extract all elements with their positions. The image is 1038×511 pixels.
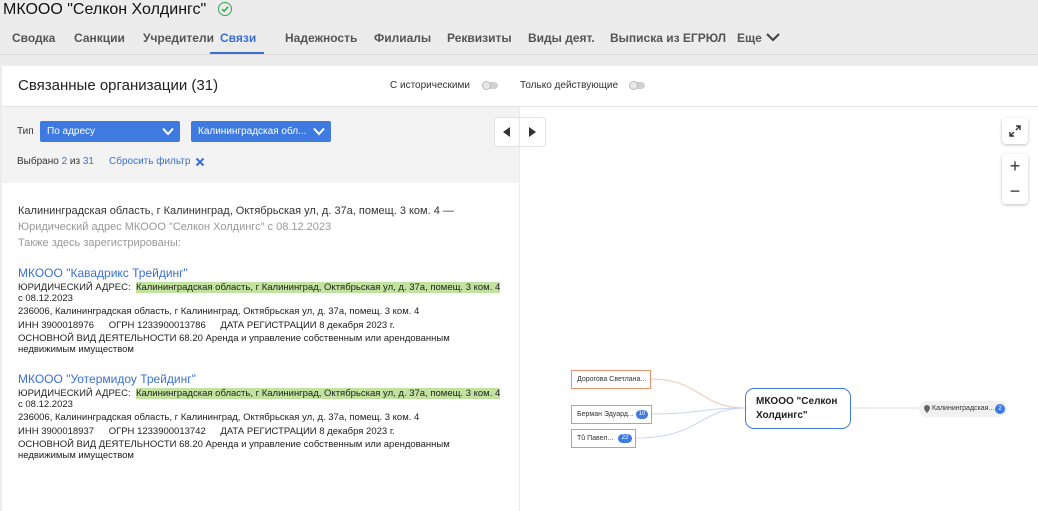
count-badge: 22 — [618, 434, 632, 443]
region-name: Калининградская... — [932, 405, 995, 412]
person-node[interactable]: Tů Павел... 22 — [571, 429, 636, 448]
center-company-node[interactable]: МКООО "Селкон Холдингс" — [745, 388, 851, 429]
location-pin-icon — [924, 405, 930, 413]
person-name: Берман Эдуард... — [577, 411, 634, 418]
graph-edges — [635, 378, 919, 439]
edge-person-1 — [650, 378, 746, 409]
count-badge: 10 — [636, 410, 648, 419]
person-node[interactable]: Дорогова Светлана... — [571, 370, 651, 389]
region-node[interactable]: Калининградская... 2 — [919, 401, 1007, 417]
person-node[interactable]: Берман Эдуард... 10 — [571, 405, 652, 424]
person-name: Tů Павел... — [577, 435, 614, 442]
count-badge: 2 — [995, 404, 1005, 414]
person-name: Дорогова Светлана... — [577, 376, 647, 383]
